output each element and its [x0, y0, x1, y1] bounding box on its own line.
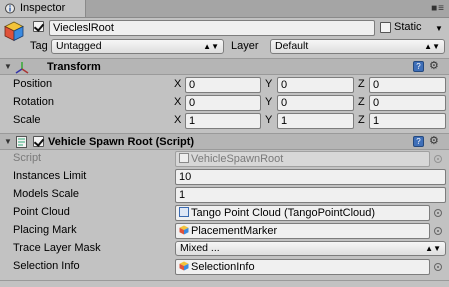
rotation-z-field[interactable]: 0 [369, 95, 446, 111]
trace-layer-mask-value: Mixed ... [180, 242, 220, 254]
script-file-icon [179, 207, 189, 217]
static-dropdown[interactable]: ▼ [432, 21, 446, 36]
scale-y-field[interactable]: 1 [277, 113, 354, 129]
trace-layer-mask-dropdown[interactable]: Mixed ... ▲▼ [175, 241, 446, 256]
position-label: Position [13, 78, 53, 90]
selection-info-field[interactable]: SelectionInfo [175, 259, 430, 275]
foldout-arrow-icon[interactable]: ▼ [4, 62, 12, 71]
scale-z-field[interactable]: 1 [369, 113, 446, 129]
transform-title: Transform [47, 61, 101, 73]
help-icon[interactable]: ? [413, 61, 424, 72]
component-divider [0, 280, 449, 281]
object-picker-icon [434, 155, 442, 163]
gear-icon[interactable]: ⚙ [429, 59, 439, 72]
gameobject-cube-icon [179, 261, 189, 271]
rotation-label: Rotation [13, 96, 54, 108]
transform-rows: Position X 0 Y 0 Z 0 Rotation X 0 Y 0 Z … [0, 76, 449, 130]
script-properties: Script VehicleSpawnRoot Instances Limit … [0, 150, 449, 280]
axis-y-label: Y [265, 78, 273, 90]
axis-x-label: X [174, 114, 182, 126]
script-value: VehicleSpawnRoot [191, 153, 284, 165]
chevron-down-icon: ▲▼ [203, 42, 219, 51]
axis-z-label: Z [358, 96, 365, 108]
position-z-field[interactable]: 0 [369, 77, 446, 93]
panel-menu-icon[interactable]: ■≡ [431, 3, 445, 14]
chevron-down-icon: ▲▼ [425, 244, 441, 253]
rotation-y-field[interactable]: 0 [277, 95, 354, 111]
instances-limit-field[interactable]: 10 [175, 169, 446, 185]
layer-dropdown[interactable]: Default ▲▼ [270, 39, 445, 54]
gameobject-cube-icon [4, 21, 24, 42]
gear-icon[interactable]: ⚙ [429, 134, 439, 147]
placing-mark-field[interactable]: PlacementMarker [175, 223, 430, 239]
tag-dropdown[interactable]: Untagged ▲▼ [51, 39, 224, 54]
object-name-field[interactable]: ViecleslRoot [49, 20, 375, 36]
layer-label: Layer [231, 40, 259, 52]
transform-icon [15, 62, 29, 74]
chevron-down-icon: ▲▼ [424, 42, 440, 51]
axis-x-label: X [174, 96, 182, 108]
placing-mark-label: Placing Mark [13, 224, 77, 236]
scale-x-field[interactable]: 1 [185, 113, 261, 129]
inspector-tab-bar: Inspector ■≡ [0, 0, 449, 18]
point-cloud-label: Point Cloud [13, 206, 70, 218]
active-checkbox[interactable] [33, 21, 44, 32]
tag-value: Untagged [56, 40, 102, 52]
models-scale-label: Models Scale [13, 188, 80, 200]
object-picker-icon[interactable] [434, 227, 442, 235]
script-component-title: Vehicle Spawn Root (Script) [48, 136, 195, 148]
gameobject-cube-icon [179, 225, 189, 235]
tag-label: Tag [30, 40, 48, 52]
axis-x-label: X [174, 78, 182, 90]
scale-label: Scale [13, 114, 41, 126]
static-label: Static [394, 21, 422, 33]
static-checkbox[interactable] [380, 22, 391, 33]
script-file-icon [179, 153, 189, 163]
foldout-arrow-icon[interactable]: ▼ [4, 137, 12, 146]
axis-y-label: Y [265, 96, 273, 108]
point-cloud-value: Tango Point Cloud (TangoPointCloud) [191, 207, 376, 219]
instances-limit-label: Instances Limit [13, 170, 87, 182]
layer-value: Default [275, 40, 309, 52]
placing-mark-value: PlacementMarker [191, 225, 278, 237]
axis-z-label: Z [358, 114, 365, 126]
help-icon[interactable]: ? [413, 136, 424, 147]
inspector-tab-label: Inspector [20, 2, 66, 14]
axis-y-label: Y [265, 114, 273, 126]
script-label: Script [13, 152, 42, 164]
transform-header[interactable]: ▼ Transform ? ⚙ [0, 58, 449, 75]
object-picker-icon[interactable] [434, 263, 442, 271]
selection-info-value: SelectionInfo [191, 261, 255, 273]
models-scale-field[interactable]: 1 [175, 187, 446, 203]
rotation-x-field[interactable]: 0 [185, 95, 261, 111]
static-dropdown-arrow-icon: ▼ [435, 24, 443, 33]
inspector-tab[interactable]: Inspector [0, 0, 86, 17]
script-icon [16, 136, 27, 148]
inspector-icon [5, 3, 15, 14]
object-picker-icon[interactable] [434, 209, 442, 217]
selection-info-label: Selection Info [13, 260, 80, 272]
script-enabled-checkbox[interactable] [33, 136, 44, 147]
position-x-field[interactable]: 0 [185, 77, 261, 93]
axis-z-label: Z [358, 78, 365, 90]
position-y-field[interactable]: 0 [277, 77, 354, 93]
script-component-header[interactable]: ▼ Vehicle Spawn Root (Script) ? ⚙ [0, 133, 449, 150]
trace-layer-mask-label: Trace Layer Mask [13, 242, 101, 254]
point-cloud-field[interactable]: Tango Point Cloud (TangoPointCloud) [175, 205, 430, 221]
script-field: VehicleSpawnRoot [175, 151, 430, 167]
